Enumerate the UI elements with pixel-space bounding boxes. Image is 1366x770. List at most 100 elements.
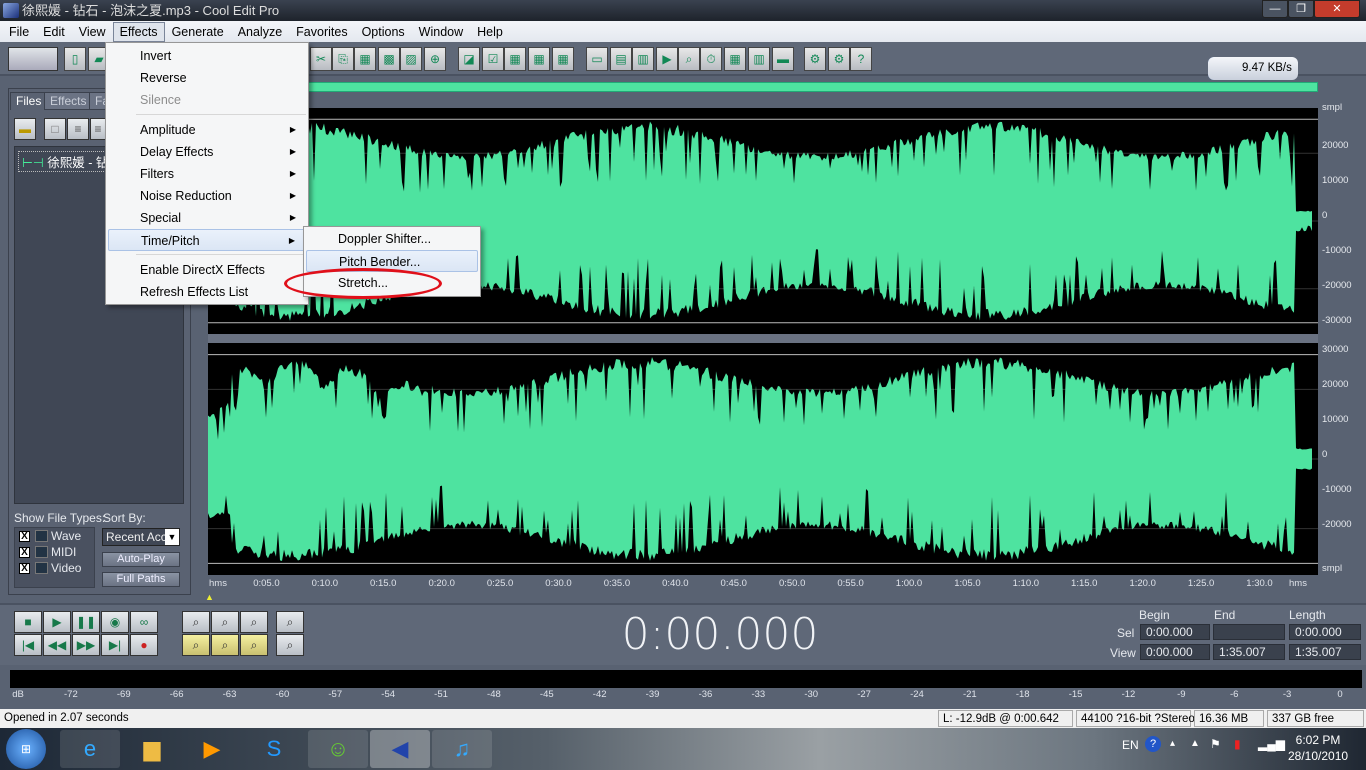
sort-by-select[interactable]: Recent Acc ▼ — [102, 528, 180, 546]
view-length-field[interactable]: 1:35.007 — [1289, 644, 1361, 660]
tab-files[interactable]: Files — [10, 92, 48, 110]
checkbox-wave[interactable]: X — [19, 531, 30, 542]
go-to-start-button[interactable]: |◀ — [14, 634, 42, 656]
toolbar-button-18[interactable]: ⌕ — [678, 47, 700, 71]
toolbar-button-3[interactable]: ✂ — [310, 47, 332, 71]
menu-favorites[interactable]: Favorites — [289, 22, 354, 42]
submenu-item-doppler-shifter[interactable]: Doppler Shifter... — [306, 228, 478, 250]
toolbar-button-12[interactable]: ▦ — [528, 47, 550, 71]
music-player-icon[interactable]: ♫ — [432, 730, 492, 768]
menu-item-refresh-effects-list[interactable]: Refresh Effects List — [108, 281, 306, 303]
toolbar-button-17[interactable]: ▶ — [656, 47, 678, 71]
full-paths-button[interactable]: Full Paths — [102, 572, 180, 587]
app-icon[interactable] — [3, 3, 19, 18]
menu-item-invert[interactable]: Invert — [108, 45, 306, 67]
toolbar-button-9[interactable]: ◪ — [458, 47, 480, 71]
menu-item-delay-effects[interactable]: Delay Effects ▶ — [108, 141, 306, 163]
toolbar-button-21[interactable]: ▥ — [748, 47, 770, 71]
zoom-right-button[interactable]: ⌕ — [211, 634, 239, 656]
menu-item-reverse[interactable]: Reverse — [108, 67, 306, 89]
play-button[interactable]: ▶ — [43, 611, 71, 633]
multitrack-toggle-button[interactable] — [8, 47, 58, 71]
menu-item-time-pitch[interactable]: Time/Pitch ▶ — [108, 229, 306, 251]
insert-multitrack-icon[interactable]: ≡ — [90, 118, 106, 140]
toolbar-button-22[interactable]: ▬ — [772, 47, 794, 71]
menu-item-special[interactable]: Special ▶ — [108, 207, 306, 229]
menu-item-noise-reduction[interactable]: Noise Reduction ▶ — [108, 185, 306, 207]
waveform-left-channel[interactable] — [208, 108, 1318, 334]
menu-analyze[interactable]: Analyze — [231, 22, 289, 42]
menu-help[interactable]: Help — [470, 22, 510, 42]
chevron-down-icon[interactable]: ▼ — [165, 529, 179, 545]
waveform-right-channel[interactable] — [208, 343, 1318, 575]
help-icon[interactable]: ? — [1145, 736, 1161, 752]
file-explorer-icon[interactable]: ▆ — [122, 730, 182, 768]
insert-icon[interactable]: ≡ — [67, 118, 89, 140]
file-list-item[interactable]: ⊢⊣ 徐熙媛 - 钻石 - 泡沫之夏.mp3 — [18, 151, 106, 172]
clock[interactable]: 6:02 PM 28/10/2010 — [1288, 733, 1348, 763]
toolbar-button-10[interactable]: ☑ — [482, 47, 504, 71]
zoom-full-button[interactable]: ⌕ — [240, 611, 268, 633]
toolbar-button-25[interactable]: ? — [850, 47, 872, 71]
menu-item-filters[interactable]: Filters ▶ — [108, 163, 306, 185]
tray-expand-icon[interactable]: ▴ — [1170, 738, 1175, 749]
toolbar-button-8[interactable]: ⊕ — [424, 47, 446, 71]
go-to-end-button[interactable]: ▶| — [101, 634, 129, 656]
action-center-flag-icon[interactable]: ⚑ — [1210, 737, 1221, 751]
toolbar-button-19[interactable]: ⏱ — [700, 47, 722, 71]
toolbar-button-4[interactable]: ⎘ — [332, 47, 354, 71]
menu-options[interactable]: Options — [355, 22, 412, 42]
toolbar-button-5[interactable]: ▦ — [354, 47, 376, 71]
record-button[interactable]: ● — [130, 634, 158, 656]
toolbar-button-1[interactable]: ▯ — [64, 47, 86, 71]
fast-forward-button[interactable]: ▶▶ — [72, 634, 100, 656]
internet-explorer-icon[interactable]: e — [60, 730, 120, 768]
zoom-selection-button[interactable]: ⌕ — [240, 634, 268, 656]
show-hidden-icons-icon[interactable]: ▲ — [1190, 738, 1200, 749]
toolbar-button-13[interactable]: ▦ — [552, 47, 574, 71]
network-signal-icon[interactable]: ▂▄▆ — [1258, 737, 1285, 751]
zoom-out-vertical-button[interactable]: ⌕ — [276, 634, 304, 656]
toolbar-button-7[interactable]: ▨ — [400, 47, 422, 71]
zoom-out-button[interactable]: ⌕ — [211, 611, 239, 633]
cool-edit-taskbar-icon[interactable]: ◀ — [370, 730, 430, 768]
sel-length-field[interactable]: 0:00.000 — [1289, 624, 1361, 640]
menu-item-amplitude[interactable]: Amplitude ▶ — [108, 119, 306, 141]
stop-button[interactable]: ■ — [14, 611, 42, 633]
rewind-button[interactable]: ◀◀ — [43, 634, 71, 656]
playhead-marker[interactable]: ▲ — [205, 592, 214, 602]
toolbar-button-6[interactable]: ▩ — [378, 47, 400, 71]
tab-effects[interactable]: Effects — [44, 92, 93, 110]
time-ruler[interactable]: hms 0:05.0 0:10.0 0:15.0 0:20.0 0:25.0 0:30.0 0… — [208, 577, 1318, 591]
close-file-icon[interactable]: □ — [44, 118, 66, 140]
loop-button[interactable]: ∞ — [130, 611, 158, 633]
zoom-left-button[interactable]: ⌕ — [182, 634, 210, 656]
menu-item-enable-directx-effects[interactable]: Enable DirectX Effects — [108, 259, 306, 281]
menu-view[interactable]: View — [72, 22, 113, 42]
media-player-icon[interactable]: ▶ — [182, 730, 242, 768]
menu-window[interactable]: Window — [412, 22, 470, 42]
start-button[interactable]: ⊞ — [6, 729, 46, 769]
view-begin-field[interactable]: 0:00.000 — [1140, 644, 1210, 660]
toolbar-button-20[interactable]: ▦ — [724, 47, 746, 71]
view-end-field[interactable]: 1:35.007 — [1213, 644, 1285, 660]
auto-play-button[interactable]: Auto-Play — [102, 552, 180, 567]
zoom-in-vertical-button[interactable]: ⌕ — [276, 611, 304, 633]
zoom-in-button[interactable]: ⌕ — [182, 611, 210, 633]
menu-generate[interactable]: Generate — [165, 22, 231, 42]
messenger-icon[interactable]: ☺ — [308, 730, 368, 768]
checkbox-midi[interactable]: X — [19, 547, 30, 558]
toolbar-button-16[interactable]: ▥ — [632, 47, 654, 71]
toolbar-button-11[interactable]: ▦ — [504, 47, 526, 71]
menu-effects[interactable]: Effects — [112, 21, 165, 42]
language-indicator[interactable]: EN — [1122, 738, 1139, 752]
sogou-icon[interactable]: S — [244, 730, 304, 768]
toolbar-button-24[interactable]: ⚙ — [828, 47, 850, 71]
toolbar-button-14[interactable]: ▭ — [586, 47, 608, 71]
menu-edit[interactable]: Edit — [36, 22, 72, 42]
sel-end-field[interactable] — [1213, 624, 1285, 640]
play-to-end-button[interactable]: ◉ — [101, 611, 129, 633]
toolbar-button-23[interactable]: ⚙ — [804, 47, 826, 71]
restore-button[interactable]: ❐ — [1288, 0, 1314, 18]
menu-file[interactable]: File — [2, 22, 36, 42]
